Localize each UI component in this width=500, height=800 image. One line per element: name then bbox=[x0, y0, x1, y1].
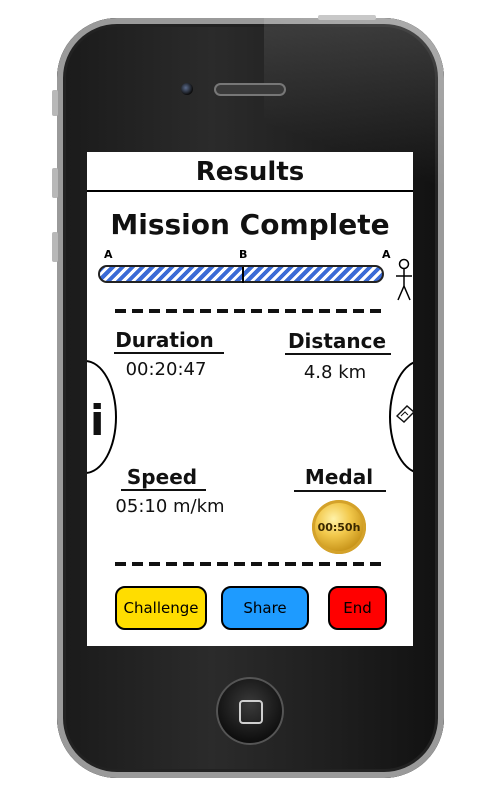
results-screen: Results Mission Complete A B A i Duratio… bbox=[87, 152, 413, 646]
speaker-grille bbox=[214, 83, 286, 96]
gold-medal-icon: 00:50h bbox=[312, 500, 366, 554]
challenge-button-label: Challenge bbox=[123, 599, 199, 617]
duration-value: 00:20:47 bbox=[125, 359, 207, 380]
volume-down-button bbox=[52, 232, 58, 262]
info-icon: i bbox=[90, 396, 105, 445]
medal-underline bbox=[294, 490, 386, 492]
route-start-label: A bbox=[104, 248, 113, 261]
speed-underline bbox=[121, 489, 206, 491]
mute-switch bbox=[52, 90, 58, 116]
speed-label: Speed bbox=[126, 465, 198, 489]
runner-figure-icon bbox=[396, 258, 412, 301]
home-button[interactable] bbox=[216, 677, 284, 745]
volume-up-button bbox=[52, 168, 58, 198]
page-title: Results bbox=[195, 157, 305, 187]
bottom-divider bbox=[115, 562, 385, 566]
share-button[interactable]: Share bbox=[221, 586, 309, 630]
route-progress-bar bbox=[98, 265, 384, 283]
power-button bbox=[318, 15, 376, 20]
medal-time: 00:50h bbox=[317, 520, 361, 534]
map-icon bbox=[395, 405, 413, 423]
distance-label: Distance bbox=[287, 329, 387, 353]
end-button[interactable]: End bbox=[328, 586, 387, 630]
challenge-button[interactable]: Challenge bbox=[115, 586, 207, 630]
duration-label: Duration bbox=[115, 328, 214, 352]
distance-value: 4.8 km bbox=[303, 362, 367, 383]
distance-underline bbox=[285, 353, 391, 355]
top-divider bbox=[115, 309, 385, 313]
route-end-label: A bbox=[382, 248, 391, 261]
title-bar: Results bbox=[87, 152, 413, 192]
medal-label: Medal bbox=[304, 465, 374, 489]
home-square-icon bbox=[239, 700, 263, 724]
camera-icon bbox=[181, 83, 193, 95]
speed-value: 05:10 m/km bbox=[115, 496, 225, 517]
end-button-label: End bbox=[343, 599, 372, 617]
share-button-label: Share bbox=[243, 599, 287, 617]
duration-underline bbox=[114, 352, 224, 354]
route-mid-label: B bbox=[239, 248, 248, 261]
mission-heading: Mission Complete bbox=[110, 208, 390, 241]
route-midpoint-tick bbox=[242, 267, 244, 283]
